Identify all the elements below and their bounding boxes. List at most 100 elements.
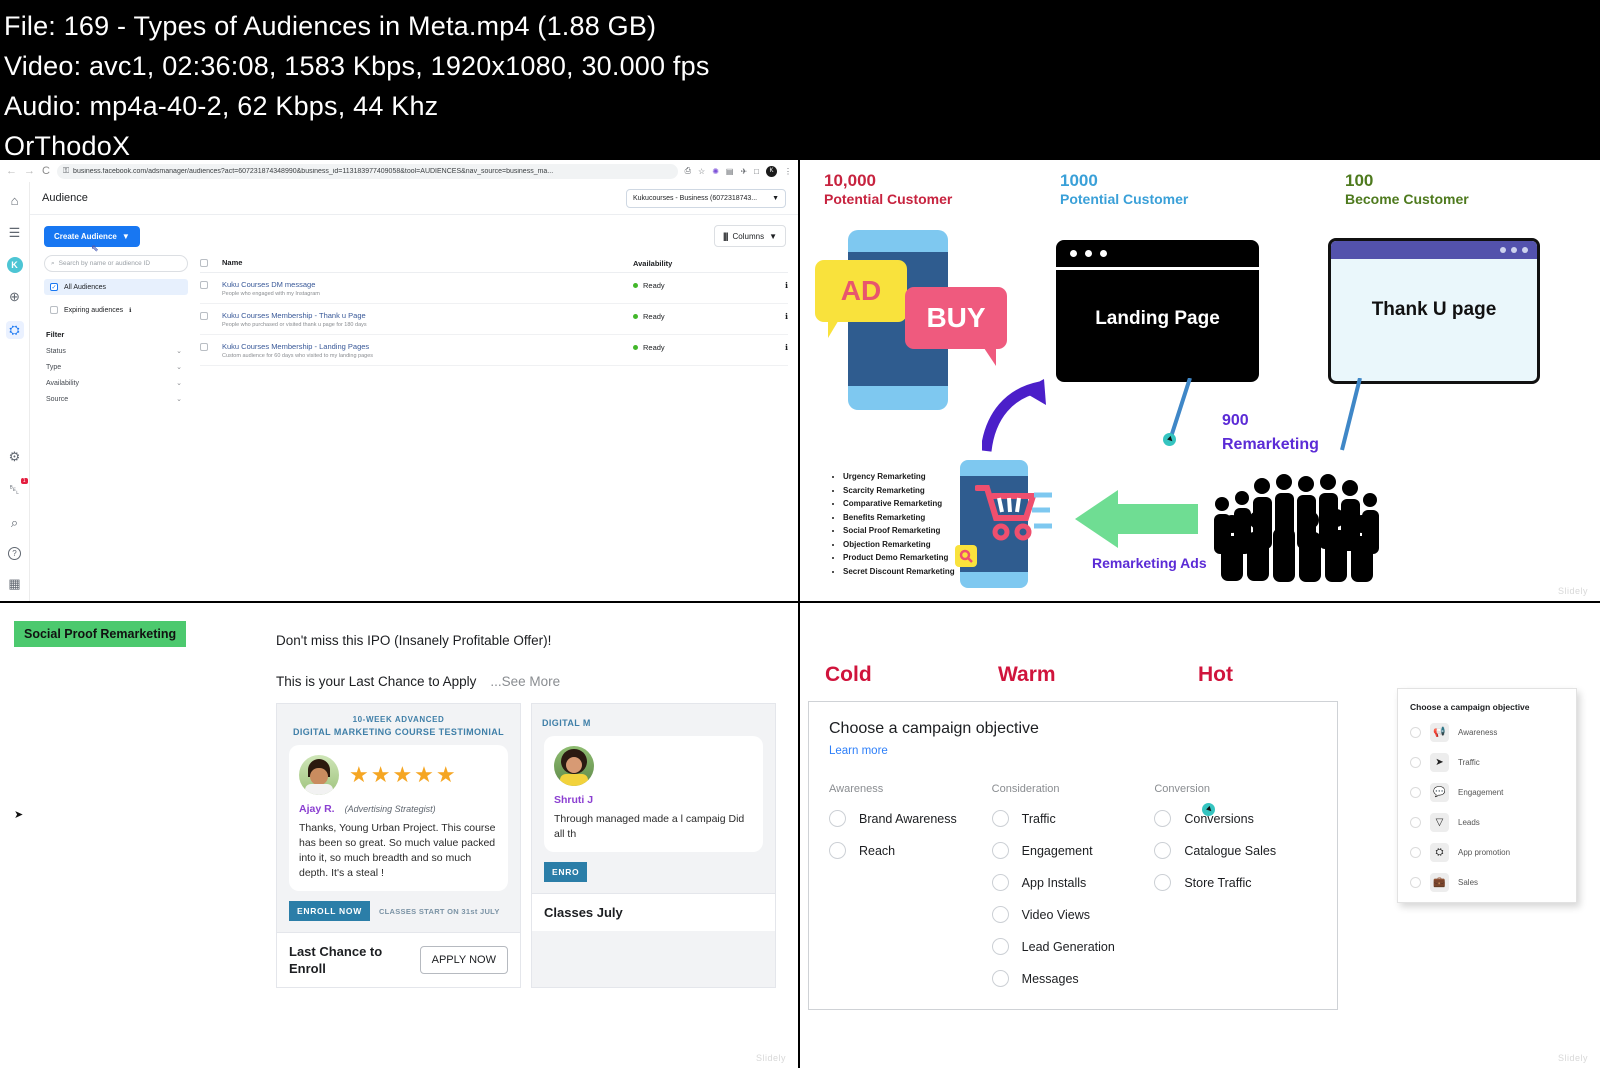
filter-row-source[interactable]: Source ⌄: [44, 391, 188, 407]
option-app-installs[interactable]: App Installs: [991, 874, 1155, 891]
audience-description: People who purchased or visited thank u …: [222, 322, 367, 328]
reload-icon[interactable]: C: [42, 165, 50, 177]
bookmark-star-icon[interactable]: ☆: [698, 167, 705, 176]
columns-icon: |||: [722, 231, 728, 241]
see-more-link[interactable]: ...See More: [490, 674, 560, 689]
radio-icon: [1410, 847, 1421, 858]
chevron-down-icon: ⌄: [176, 380, 182, 387]
browser-avatar[interactable]: K: [766, 165, 777, 177]
filter-expiring-label: Expiring audiences: [64, 306, 124, 314]
columns-button[interactable]: ||| Columns ▼: [713, 225, 786, 247]
plus-icon[interactable]: ⊕: [6, 288, 24, 306]
info-icon[interactable]: ℹ: [768, 280, 788, 290]
option-messages[interactable]: Messages: [991, 970, 1155, 987]
search-icon: ⌕: [51, 259, 55, 267]
create-audience-button[interactable]: Create Audience ▼ ⇖: [44, 225, 140, 253]
search-input[interactable]: ⌕ Search by name or audience ID: [44, 255, 188, 272]
row-checkbox[interactable]: [200, 311, 222, 320]
help-icon[interactable]: ?: [8, 547, 21, 560]
columns-label: Columns: [732, 231, 765, 241]
create-audience-label: Create Audience: [54, 231, 117, 241]
filter-row-type[interactable]: Type ⌄: [44, 359, 188, 375]
sidebar-item-audiences[interactable]: ⛭: [5, 321, 24, 339]
option-reach[interactable]: Reach: [829, 842, 992, 859]
radio-icon: [829, 810, 846, 827]
apply-now-button[interactable]: APPLY NOW: [419, 946, 508, 974]
gear-icon[interactable]: ⚙: [6, 448, 24, 466]
thumbnail-item-traffic[interactable]: ➤ Traffic: [1410, 753, 1564, 772]
table-row[interactable]: Kuku Courses Membership - Landing Pages …: [200, 335, 788, 366]
filter-expiring-audiences[interactable]: Expiring audiences ℹ: [44, 302, 188, 318]
split-view-icon[interactable]: ▤: [726, 167, 734, 176]
home-icon[interactable]: ⌂: [6, 191, 24, 209]
thumbnail-item-app-promotion[interactable]: ⛭ App promotion: [1410, 843, 1564, 862]
option-video-views[interactable]: Video Views: [991, 906, 1155, 923]
testimonial-card[interactable]: DIGITAL M Shruti J Through managed made …: [531, 703, 776, 988]
pin-icon[interactable]: ✈: [740, 167, 747, 176]
thumbnail-item-leads[interactable]: ▽ Leads: [1410, 813, 1564, 832]
thumbnail-title: Choose a campaign objective: [1410, 702, 1530, 712]
option-brand-awareness[interactable]: Brand Awareness: [829, 810, 992, 827]
checkbox-icon: [200, 343, 208, 351]
option-lead-generation[interactable]: Lead Generation: [991, 938, 1155, 955]
ad-copy: Don't miss this IPO (Insanely Profitable…: [276, 633, 776, 689]
chevron-down-icon: ⌄: [176, 348, 182, 355]
audience-name-link[interactable]: Kuku Courses DM message: [222, 280, 633, 289]
bell-icon[interactable]: ␇ 1: [6, 478, 28, 499]
radio-icon: [829, 842, 846, 859]
option-store-traffic[interactable]: Store Traffic: [1154, 874, 1317, 891]
filter-row-status[interactable]: Status ⌄: [44, 343, 188, 359]
checkbox-icon: ✓: [50, 283, 58, 291]
chevron-down-icon: ▼: [769, 231, 777, 241]
thumbnail-item-engagement[interactable]: 💬 Engagement: [1410, 783, 1564, 802]
filter-row-availability[interactable]: Availability ⌄: [44, 375, 188, 391]
list-item: Urgency Remarketing: [843, 470, 955, 484]
extensions-puzzle-icon[interactable]: ✺: [712, 167, 719, 176]
thumbnail-item-label: Engagement: [1458, 788, 1504, 797]
column-heading: Consideration: [991, 783, 1060, 795]
filter-all-audiences[interactable]: ✓ All Audiences: [44, 279, 188, 295]
page-title: Audience: [42, 192, 88, 204]
share-icon[interactable]: ⎙: [685, 166, 691, 176]
status-badge: Ready: [643, 343, 665, 352]
address-bar[interactable]: ⚿ business.facebook.com/adsmanager/audie…: [56, 163, 678, 179]
info-icon[interactable]: ℹ: [768, 342, 788, 352]
option-catalogue-sales[interactable]: Catalogue Sales: [1154, 842, 1317, 859]
search-placeholder: Search by name or audience ID: [58, 260, 151, 267]
list-item: Comparative Remarketing: [843, 497, 955, 511]
info-icon[interactable]: ℹ: [129, 307, 131, 314]
thumbnail-item-sales[interactable]: 💼 Sales: [1410, 873, 1564, 892]
account-avatar[interactable]: K: [6, 257, 23, 273]
select-all-checkbox[interactable]: [200, 258, 222, 267]
enroll-now-button[interactable]: ENRO: [544, 862, 588, 882]
table-row[interactable]: Kuku Courses Membership - Thank u Page P…: [200, 304, 788, 335]
chevron-down-icon: ⌄: [176, 364, 182, 371]
option-engagement[interactable]: Engagement: [991, 842, 1155, 859]
menu-icon[interactable]: ☰: [6, 224, 24, 242]
radio-icon: [991, 874, 1009, 891]
thumbnail-item-awareness[interactable]: 📢 Awareness: [1410, 723, 1564, 742]
list-item: Product Demo Remarketing: [843, 551, 955, 565]
card-header-line2: DIGITAL M: [542, 718, 591, 728]
browser-menu-icon[interactable]: ⋮: [784, 167, 792, 176]
reviewer-row: ★★★★★: [299, 755, 498, 795]
window-icon[interactable]: □: [754, 167, 759, 176]
option-conversions[interactable]: Conversions: [1154, 803, 1317, 827]
search-icon[interactable]: ⌕: [6, 514, 24, 532]
audience-name-link[interactable]: Kuku Courses Membership - Thank u Page: [222, 311, 633, 320]
info-icon[interactable]: ℹ: [768, 311, 788, 321]
enroll-now-button[interactable]: ENROLL NOW: [289, 901, 370, 921]
row-checkbox[interactable]: [200, 342, 222, 351]
testimonial-card[interactable]: 10-WEEK ADVANCED DIGITAL MARKETING COURS…: [276, 703, 521, 988]
forward-icon[interactable]: →: [24, 165, 35, 177]
grid-icon[interactable]: ▦: [6, 575, 24, 593]
row-checkbox[interactable]: [200, 280, 222, 289]
learn-more-link[interactable]: Learn more: [829, 745, 1317, 757]
audience-name-link[interactable]: Kuku Courses Membership - Landing Pages: [222, 342, 633, 351]
option-traffic[interactable]: Traffic: [991, 810, 1155, 827]
window-dots-icon: [1331, 241, 1537, 259]
table-row[interactable]: Kuku Courses DM message People who engag…: [200, 273, 788, 304]
account-selector[interactable]: Kukucourses - Business (6072318743... ▼: [626, 188, 786, 208]
list-item: Secret Discount Remarketing: [843, 565, 955, 579]
back-icon[interactable]: ←: [6, 165, 17, 177]
